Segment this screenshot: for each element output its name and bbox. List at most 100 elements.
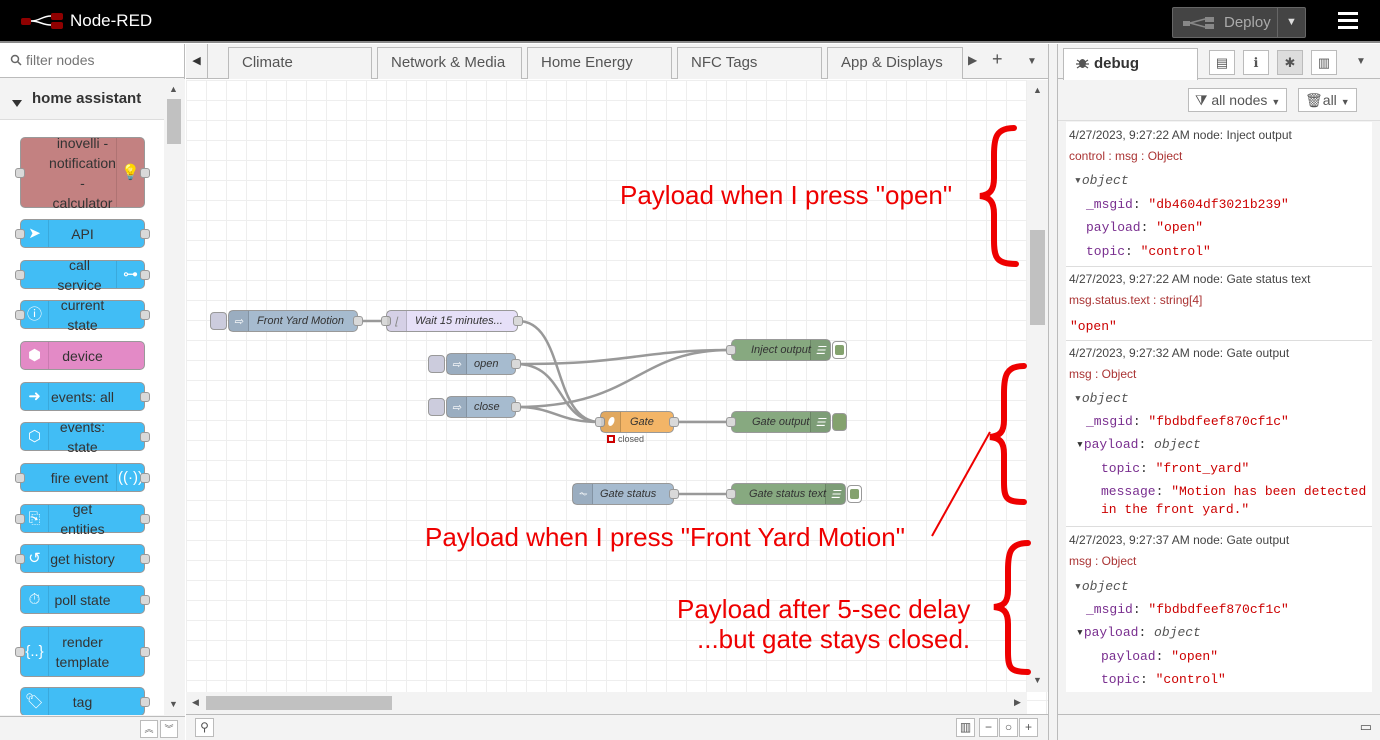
workspace-vertical-scrollbar[interactable]: ▲ ▼	[1027, 80, 1048, 692]
debug-sidebar: debug ▤ ℹ ✱ ▥ ▼ ⧩ all nodes ▼ 🗑all ▼ 4/2…	[1057, 44, 1380, 740]
app-logo: Node-RED	[20, 11, 152, 31]
flow-tabs-bar: ◀ Climate Network & Media Home Energy NF…	[186, 44, 1048, 79]
tab-list-menu-icon[interactable]: ▼	[1027, 56, 1037, 67]
tab-nfc-tags[interactable]: NFC Tags	[677, 47, 822, 79]
arrow-right-icon: ➜	[21, 383, 49, 410]
flow-node-open[interactable]: ⇨ open	[428, 353, 521, 375]
flow-workspace[interactable]: ⇨ Front Yard Motion ⌊ Wait 15 minutes...…	[186, 80, 1048, 714]
tab-network-media[interactable]: Network & Media	[377, 47, 522, 79]
gate-status-indicator: closed	[607, 434, 644, 444]
tab-debug[interactable]: debug	[1063, 48, 1198, 80]
palette-footer: ︽ ︾	[0, 716, 185, 740]
debug-message[interactable]: 4/27/2023, 9:27:37 AM node: Gate output …	[1066, 527, 1372, 692]
sidebar-separator[interactable]	[1048, 44, 1057, 740]
zoom-out-icon[interactable]: −	[979, 718, 998, 737]
bug-icon	[1076, 56, 1089, 73]
info-icon[interactable]: ℹ	[1243, 50, 1269, 75]
add-flow-icon[interactable]: +	[992, 49, 1003, 70]
search-flows-icon[interactable]: ⚲	[195, 718, 214, 737]
inject-trigger-button[interactable]	[428, 355, 445, 373]
navigator-map-icon[interactable]: ▥	[956, 718, 975, 737]
palette-node-inovelli[interactable]: inovelli - notification - calculator 💡	[15, 135, 150, 211]
debug-toggle-button[interactable]	[832, 341, 847, 359]
palette-scrollbar[interactable]: ▲ ▼	[164, 79, 185, 716]
workspace-horizontal-scrollbar[interactable]: ◀ ▶	[186, 692, 1027, 714]
debug-filter-dropdown[interactable]: ⧩ all nodes ▼	[1188, 88, 1288, 112]
palette-node-get-history[interactable]: ↺ get history	[15, 544, 150, 573]
dashboard-chart-icon[interactable]: ▥	[1311, 50, 1337, 75]
palette-node-call-service[interactable]: call service ⊶	[15, 257, 150, 293]
chevron-down-icon	[12, 95, 22, 112]
palette-filter[interactable]	[0, 44, 184, 78]
flow-node-front-yard-motion[interactable]: ⇨ Front Yard Motion	[210, 310, 363, 332]
plug-icon: ⬮	[601, 412, 621, 432]
debug-toolbar: ⧩ all nodes ▼ 🗑all ▼	[1058, 80, 1380, 121]
book-icon[interactable]: ▤	[1209, 50, 1235, 75]
zoom-in-icon[interactable]: +	[1019, 718, 1038, 737]
zoom-reset-icon[interactable]: ○	[999, 718, 1018, 737]
sidebar-tabs: debug ▤ ℹ ✱ ▥ ▼	[1058, 44, 1380, 80]
flow-node-gate[interactable]: ⬮ Gate	[595, 411, 679, 433]
list-icon: ☰	[825, 484, 845, 504]
arrow-right-icon: ⇨	[229, 311, 249, 331]
tab-climate[interactable]: Climate	[228, 47, 372, 79]
sidebar-menu-caret-icon[interactable]: ▼	[1356, 56, 1366, 67]
scroll-tabs-right-icon[interactable]: ▶	[968, 53, 977, 67]
palette-node-events-all[interactable]: ➜ events: all	[20, 382, 150, 411]
scroll-tabs-left-icon[interactable]: ◀	[186, 44, 208, 78]
cube-icon: ⬢	[21, 342, 49, 369]
main-menu-button[interactable]	[1333, 8, 1363, 36]
collapse-all-icon[interactable]: ︾	[160, 720, 178, 738]
palette-node-render-template[interactable]: {..} render template	[15, 626, 150, 677]
palette-node-get-entities[interactable]: ⎘ get entities	[15, 501, 150, 537]
palette-node-poll-state[interactable]: ⏱ poll state	[20, 585, 150, 614]
debug-clear-dropdown[interactable]: 🗑all ▼	[1298, 88, 1357, 112]
palette-category-name: home assistant	[32, 90, 142, 107]
node-palette: home assistant inovelli - notification -…	[0, 44, 185, 740]
deploy-icon	[1183, 17, 1214, 29]
flow-node-close[interactable]: ⇨ close	[428, 396, 521, 418]
node-red-logo-icon	[21, 13, 63, 29]
palette-category-header[interactable]: home assistant	[0, 79, 164, 119]
arrow-hexagon-icon: ⬡	[21, 423, 49, 450]
debug-message[interactable]: 4/27/2023, 9:27:32 AM node: Gate output …	[1066, 341, 1372, 527]
flow-node-gate-output[interactable]: Gate output ☰	[726, 411, 847, 433]
bug-icon[interactable]: ✱	[1277, 50, 1303, 75]
send-icon: ➤	[21, 220, 49, 247]
expand-caret-icon: ▾	[1074, 173, 1082, 188]
palette-node-api[interactable]: ➤ API	[15, 219, 150, 248]
flow-node-gate-status-text[interactable]: Gate status text ☰	[726, 483, 862, 505]
debug-toggle-button[interactable]	[847, 485, 862, 503]
deploy-button[interactable]: Deploy ▼	[1172, 7, 1306, 38]
inject-trigger-button[interactable]	[428, 398, 445, 416]
deploy-menu-caret-icon[interactable]: ▼	[1277, 8, 1305, 37]
debug-message[interactable]: 4/27/2023, 9:27:22 AM node: Gate status …	[1066, 267, 1372, 341]
palette-node-current-state[interactable]: ⓘ current state	[15, 297, 150, 333]
debug-scrollbar[interactable]	[1372, 122, 1380, 692]
expand-all-icon[interactable]: ︽	[140, 720, 158, 738]
tab-app-displays[interactable]: App & Displays	[827, 47, 963, 79]
filter-nodes-input[interactable]	[26, 52, 176, 68]
arrow-right-icon: ⇨	[447, 354, 467, 374]
sidebar-footer: ▭	[1058, 714, 1380, 740]
arrow-right-icon: ⇨	[447, 397, 467, 417]
monitor-icon[interactable]: ▭	[1360, 719, 1372, 735]
palette-node-device[interactable]: ⬢ device	[20, 341, 145, 370]
palette-node-fire-event[interactable]: fire event ((·))	[15, 463, 150, 492]
expand-caret-icon: ▾	[1074, 579, 1082, 594]
workspace-footer: ⚲ ▥ − ○ +	[186, 714, 1048, 740]
tab-home-energy[interactable]: Home Energy	[527, 47, 672, 79]
flow-node-inject-output[interactable]: Inject output ☰	[726, 339, 847, 361]
wires-layer	[358, 319, 731, 496]
inject-trigger-button[interactable]	[210, 312, 227, 330]
palette-node-tag[interactable]: 🏷 tag	[20, 687, 150, 715]
list-icon: ☰	[810, 412, 830, 432]
palette-node-events-state[interactable]: ⬡ events: state	[20, 419, 150, 455]
deploy-label: Deploy	[1224, 14, 1271, 31]
debug-toggle-button[interactable]	[832, 413, 847, 431]
flow-node-gate-status[interactable]: ⏦ Gate status	[572, 483, 679, 505]
flow-node-wait[interactable]: ⌊ Wait 15 minutes...	[381, 310, 523, 332]
search-document-icon: ⎘	[21, 505, 49, 532]
debug-message[interactable]: 4/27/2023, 9:27:22 AM node: Inject outpu…	[1066, 122, 1372, 267]
expand-caret-icon: ▾	[1076, 437, 1084, 452]
